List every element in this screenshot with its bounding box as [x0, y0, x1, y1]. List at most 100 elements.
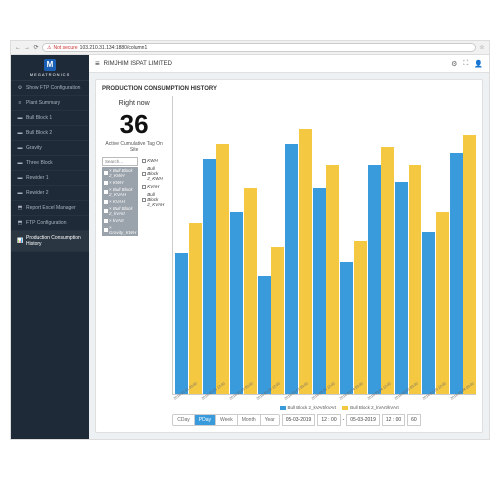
user-icon[interactable]: 👤 — [474, 60, 483, 68]
sidebar-item[interactable]: ▬Bull Block 2 — [11, 126, 89, 141]
url-bar[interactable]: ⚠ Not secure 103.210.31.134:1880/column1 — [42, 43, 476, 52]
bar — [271, 247, 284, 394]
nav-icon: 📊 — [17, 238, 23, 244]
star-icon[interactable]: ☆ — [479, 45, 485, 51]
tag-item[interactable]: × Gravity_KWH — [102, 224, 138, 236]
nav-label: Three Block — [26, 160, 53, 166]
time-to[interactable]: 12 : 00 — [382, 414, 405, 426]
nav-label: Production Consumption History — [26, 235, 83, 247]
bar — [354, 241, 367, 394]
bar — [313, 188, 326, 394]
segment-button[interactable]: Year — [261, 415, 279, 425]
nav-label: Show FTP Configuration — [26, 85, 80, 91]
bar — [422, 232, 435, 394]
fullscreen-icon[interactable]: ⛶ — [463, 60, 468, 68]
sidebar-item[interactable]: ▬Gravity — [11, 141, 89, 156]
hamburger-icon[interactable]: ≡ — [95, 59, 100, 68]
tag-col-right: KWHBull Block 2_KWHKVAHBull Block 2_KVAH — [140, 157, 166, 426]
logo: M MEGATRONICS — [11, 55, 89, 81]
back-icon[interactable]: ← — [15, 45, 21, 51]
sidebar-item[interactable]: ⬒Report Excel Manager — [11, 201, 89, 216]
bar — [395, 182, 408, 394]
checkbox-icon — [104, 200, 108, 204]
sidebar-item[interactable]: ⬒FTP Configuration — [11, 216, 89, 231]
tag-item[interactable]: Bull Block 2_KVAH — [140, 191, 166, 208]
tag-item[interactable]: KWH — [140, 157, 166, 164]
nav-icon: ⬒ — [17, 205, 23, 211]
bar — [381, 147, 394, 394]
swatch-icon — [342, 406, 348, 410]
main: ≡ RIMJHIM ISPAT LIMITED ⚙ ⛶ 👤 PRODUCTION… — [89, 55, 489, 439]
nav-icon: ▬ — [17, 190, 23, 196]
segment-button[interactable]: PDay — [195, 415, 216, 425]
tag-item[interactable]: × kVArt — [102, 217, 138, 224]
bar-group — [340, 100, 366, 394]
bar — [285, 144, 298, 394]
gear-icon[interactable]: ⚙ — [451, 60, 457, 68]
bar — [299, 129, 312, 394]
logo-icon: M — [44, 59, 56, 71]
checkbox-icon — [142, 159, 146, 163]
nav-label: Gravity — [26, 145, 42, 151]
sidebar-item[interactable]: ▬Rewider 2 — [11, 186, 89, 201]
legend-item: Bull Block 2_kVArt/kVArt — [342, 405, 399, 410]
browser-toolbar: ← → ⟳ ⚠ Not secure 103.210.31.134:1880/c… — [11, 41, 489, 55]
checkbox-icon — [142, 198, 146, 202]
bar — [368, 165, 381, 394]
bar — [340, 262, 353, 394]
tag-item[interactable]: × KVAH — [102, 198, 138, 205]
segment-button[interactable]: Month — [238, 415, 261, 425]
sidebar-item[interactable]: ▬Rewider 1 — [11, 171, 89, 186]
nav-label: Report Excel Manager — [26, 205, 76, 211]
segment-button[interactable]: Week — [216, 415, 238, 425]
nav-icon: ▬ — [17, 130, 23, 136]
segment-button[interactable]: CDay — [173, 415, 195, 425]
sidebar-item[interactable]: 📊Production Consumption History — [11, 231, 89, 252]
summary-column: Right now 36 Active Cumulative Tag On Si… — [102, 96, 166, 426]
nav-icon: ≡ — [17, 100, 23, 106]
insecure-icon: ⚠ — [47, 45, 51, 51]
tag-item[interactable]: KVAH — [140, 183, 166, 190]
checkbox-icon — [104, 181, 108, 185]
bar-group — [285, 100, 311, 394]
minute-input[interactable]: 60 — [407, 414, 421, 426]
nav-icon: ▬ — [17, 160, 23, 166]
bar-group — [230, 100, 256, 394]
checkbox-icon — [104, 228, 108, 232]
content: PRODUCTION CONSUMPTION HISTORY Right now… — [89, 73, 489, 439]
legend: Bull Block 2_kVArt/kVArt Bull Block 2_kVA… — [172, 405, 476, 410]
tag-item[interactable]: × Bull Block 2_KVAH — [102, 186, 138, 198]
tag-item[interactable]: × KWH — [102, 179, 138, 186]
controls: CDayPDayWeekMonthYear 05-03-2019 12 : 00… — [172, 414, 476, 426]
insecure-label: Not secure — [53, 45, 77, 51]
date-from[interactable]: 05-03-2019 — [282, 414, 316, 426]
bar — [258, 276, 271, 394]
topbar: ≡ RIMJHIM ISPAT LIMITED ⚙ ⛶ 👤 — [89, 55, 489, 73]
forward-icon[interactable]: → — [24, 45, 30, 51]
subtitle: Active Cumulative Tag On Site — [102, 141, 166, 153]
tag-item[interactable]: × Bull Block 2_kVArt — [102, 205, 138, 217]
bar — [175, 253, 188, 394]
nav-label: Rewider 2 — [26, 190, 49, 196]
sidebar-item[interactable]: ▬Bull Block 1 — [11, 111, 89, 126]
browser-window: ← → ⟳ ⚠ Not secure 103.210.31.134:1880/c… — [10, 40, 490, 440]
url-text: 103.210.31.134:1880/column1 — [80, 45, 148, 51]
sidebar-item[interactable]: ▬Three Block — [11, 156, 89, 171]
app: M MEGATRONICS ⚙Show FTP Configuration≡Pl… — [11, 55, 489, 439]
date-to[interactable]: 05-03-2019 — [346, 414, 380, 426]
tag-item[interactable]: Bull Block 2_KWH — [140, 165, 166, 182]
reload-icon[interactable]: ⟳ — [33, 45, 39, 51]
nav-label: Bull Block 1 — [26, 115, 52, 121]
nav-icon: ⬒ — [17, 220, 23, 226]
time-from[interactable]: 12 : 00 — [317, 414, 340, 426]
bar — [450, 153, 463, 394]
search-input[interactable]: Search... — [102, 157, 138, 166]
sidebar: M MEGATRONICS ⚙Show FTP Configuration≡Pl… — [11, 55, 89, 439]
chart — [172, 96, 476, 395]
tag-item[interactable]: × Bull Block 2_KWH — [102, 167, 138, 179]
checkbox-icon — [104, 219, 108, 223]
sidebar-item[interactable]: ⚙Show FTP Configuration — [11, 81, 89, 96]
legend-item: Bull Block 2_kVArt/kVArt — [280, 405, 337, 410]
bar-group — [258, 100, 284, 394]
sidebar-item[interactable]: ≡Plant Summary — [11, 96, 89, 111]
